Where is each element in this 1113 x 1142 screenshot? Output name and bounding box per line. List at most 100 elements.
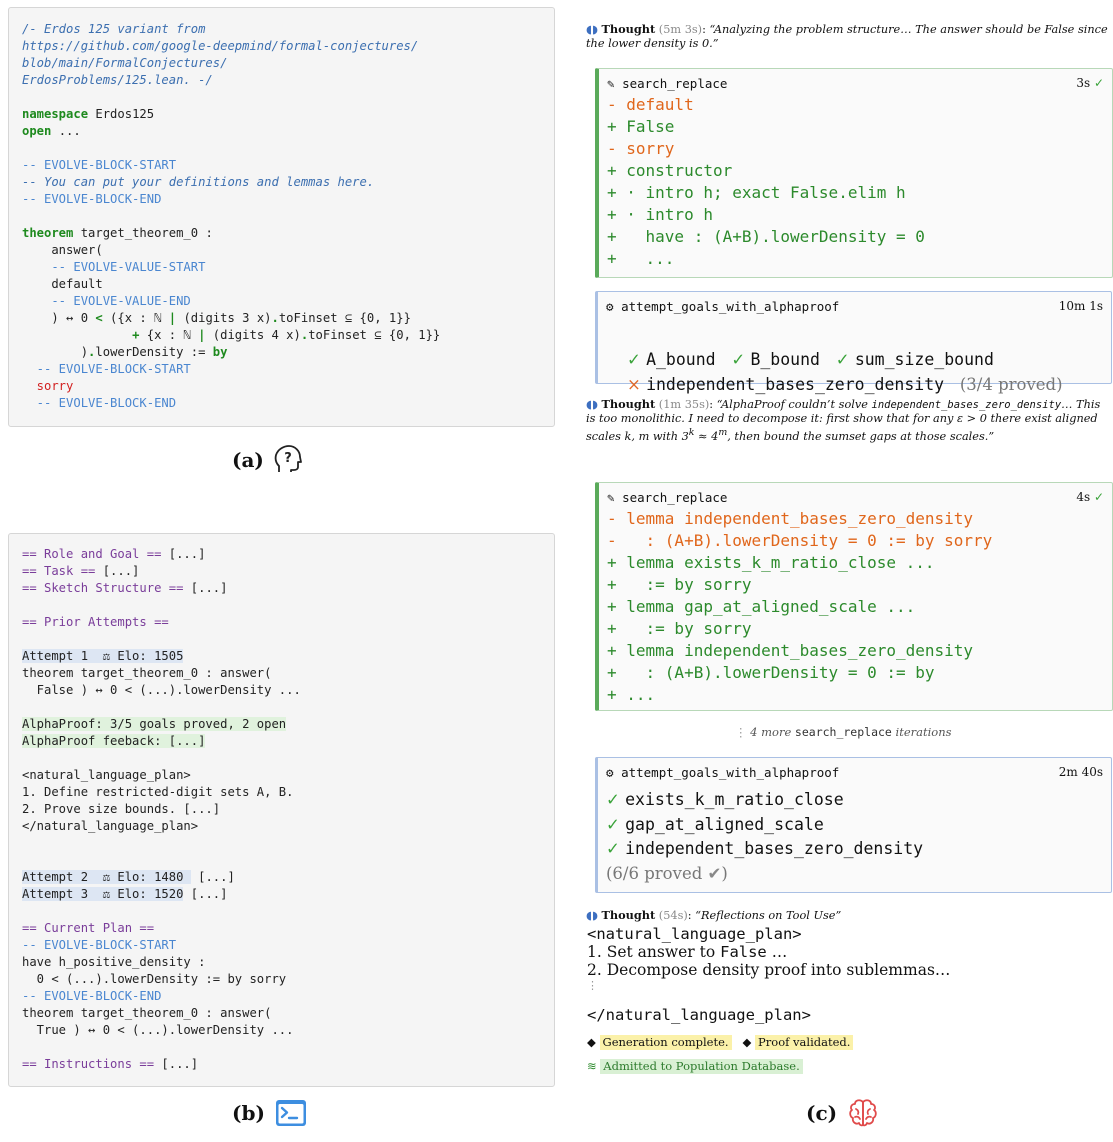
code-token: == Prior Attempts == [22,615,169,629]
diff-block: - default + False - sorry + constructor + · … [607,94,925,270]
plan-close-tag: </natural_language_plan> [587,1006,811,1024]
cross-icon: × [626,375,641,394]
lean-line: answer( [22,242,440,259]
lean-line: -- You can put your definitions and lemm… [22,174,440,191]
shield-icon: ◆ [587,1035,596,1049]
prompt-line: 1. Define restricted-digit sets A, B. [22,784,301,801]
database-badge-row: ≋ Admitted to Population Database. [587,1059,803,1074]
alphaproof-card-2: ⚙ attempt_goals_with_alphaproof 2m 40s ✓… [595,757,1112,893]
tool-name: search_replace [622,76,728,91]
prompt-line: Attempt 1 ⚖ Elo: 1505 [22,648,301,665]
prompt-line: 2. Prove size bounds. [...] [22,801,301,818]
prompt-line [22,750,301,767]
goal-summary: (6/6 proved ✔) [606,864,728,883]
code-token: ) ↔ 0 [22,311,96,325]
prompt-line: == Prior Attempts == [22,614,301,631]
code-token: by [212,345,228,359]
prompt-line: </natural_language_plan> [22,818,301,835]
prompt-line [22,903,301,920]
plan-line-2: 2. Decompose density proof into sublemma… [587,961,951,979]
thought-2: ◖◗ Thought (1m 35s): “AlphaProof couldn’… [586,397,1101,443]
thought-label: Thought [601,22,656,36]
code-token: ({x : ℕ [102,311,169,325]
diff-added-line: + constructor [607,161,733,180]
brain-icon [849,1099,877,1127]
prompt-line: -- EVOLVE-BLOCK-END [22,988,301,1005]
thought-label: Thought [601,908,656,922]
lean-line [22,140,440,157]
code-token: 0 < (...).lowerDensity := by sorry [22,972,287,986]
prompt-line: Attempt 3 ⚖ Elo: 1520 [...] [22,886,301,903]
svg-text:?: ? [284,451,292,466]
prompt-line [22,597,301,614]
code-token: theorem target_theorem_0 : answer( [22,1006,272,1020]
thought-time: (54s) [658,909,688,922]
iterations-note: ⋮ 4 more search_replace iterations [735,725,952,739]
lean-line: + {x : ℕ | (digits 4 x).toFinset ⊆ {0, 1… [22,327,440,344]
lean-line: sorry [22,378,440,395]
lean-line: -- EVOLVE-BLOCK-START [22,361,440,378]
code-token: < [95,311,103,325]
thought-time: (1m 35s) [658,398,710,411]
prompt-line: AlphaProof: 3/5 goals proved, 2 open [22,716,301,733]
plan-line-1: 1. Set answer to False … [587,943,788,961]
diff-added-line: + · intro h; exact False.elim h [607,183,906,202]
code-token: 2. Prove size bounds. [...] [22,802,221,816]
code-token: answer( [22,243,103,257]
prompt-line: True ) ↔ 0 < (...).lowerDensity ... [22,1022,301,1039]
lean-line: open ... [22,123,440,140]
tool-header: ✎ search_replace 3s ✓ [607,76,1104,94]
code-token: [...] [161,547,206,561]
pencil-icon: ✎ [607,490,615,505]
prompt-line: theorem target_theorem_0 : answer( [22,1005,301,1022]
diff-added-line: + lemma exists_k_m_ratio_close ... [607,553,935,572]
gears-icon: ⚙ [606,765,614,780]
diff-added-line: + · intro h [607,205,713,224]
diff-added-line: + := by sorry [607,619,752,638]
proof-validated-badge: Proof validated. [755,1035,854,1050]
code-token: [...] [183,887,228,901]
tool-name: attempt_goals_with_alphaproof [621,299,840,314]
code-token: toFinset ⊆ {0, 1}} [308,328,441,342]
search-replace-card-2: ✎ search_replace 4s ✓ - lemma independen… [595,482,1113,711]
code-token: open [22,124,52,138]
prompt-line: 0 < (...).lowerDensity := by sorry [22,971,301,988]
code-token: -- You can put your definitions and lemm… [22,175,375,189]
code-token: Attempt 1 ⚖ Elo: 1505 [22,649,184,663]
diff-added-line: + := by sorry [607,575,752,594]
prompt-line: <natural_language_plan> [22,767,301,784]
goal-summary: (3/4 proved) [959,375,1063,394]
lean-line: theorem target_theorem_0 : [22,225,440,242]
code-token: https://github.com/google-deepmind/forma… [22,39,419,53]
code-token: Attempt 3 ⚖ Elo: 1520 [22,887,184,901]
code-token: have h_positive_density : [22,955,206,969]
prompt-line: theorem target_theorem_0 : answer( [22,665,301,682]
lean-line: -- EVOLVE-BLOCK-END [22,191,440,208]
lean-line: blob/main/FormalConjectures/ [22,55,440,72]
code-token: == Current Plan == [22,921,155,935]
code-token: target_theorem_0 : [73,226,213,240]
check-icon: ✓ [1093,490,1104,504]
diff-removed-line: - : (A+B).lowerDensity = 0 := by sorry [607,531,993,550]
goal-row: ✓ exists_k_m_ratio_close [606,790,844,809]
code-token: AlphaProof: 3/5 goals proved, 2 open [22,717,287,731]
prompt-line: == Task == [...] [22,563,301,580]
lean-line: -- EVOLVE-VALUE-START [22,259,440,276]
lean-line: default [22,276,440,293]
goal-row: ✓ gap_at_aligned_scale [606,815,824,834]
brain-bullet-icon: ◖◗ [586,398,598,411]
lean-line: ).lowerDensity := by [22,344,440,361]
tool-header: ✎ search_replace 4s ✓ [607,490,1104,508]
alphaproof-card-1: ⚙ attempt_goals_with_alphaproof 10m 1s ✓… [595,291,1112,394]
diff-added-line: + : (A+B).lowerDensity = 0 := by [607,663,935,682]
code-token: [...] [154,1057,199,1071]
code-token: ErdosProblems/125.lean. -/ [22,73,213,87]
prompt-line: have h_positive_density : [22,954,301,971]
lean-line: -- EVOLVE-BLOCK-START [22,157,440,174]
terminal-icon [275,1100,306,1126]
code-token: ) [22,345,89,359]
prompt-line: Attempt 2 ⚖ Elo: 1480 [...] [22,869,301,886]
code-token: toFinset ⊆ {0, 1}} [278,311,411,325]
code-token: -- EVOLVE-BLOCK-START [22,362,191,376]
tool-time: 2m 40s [1058,765,1103,779]
